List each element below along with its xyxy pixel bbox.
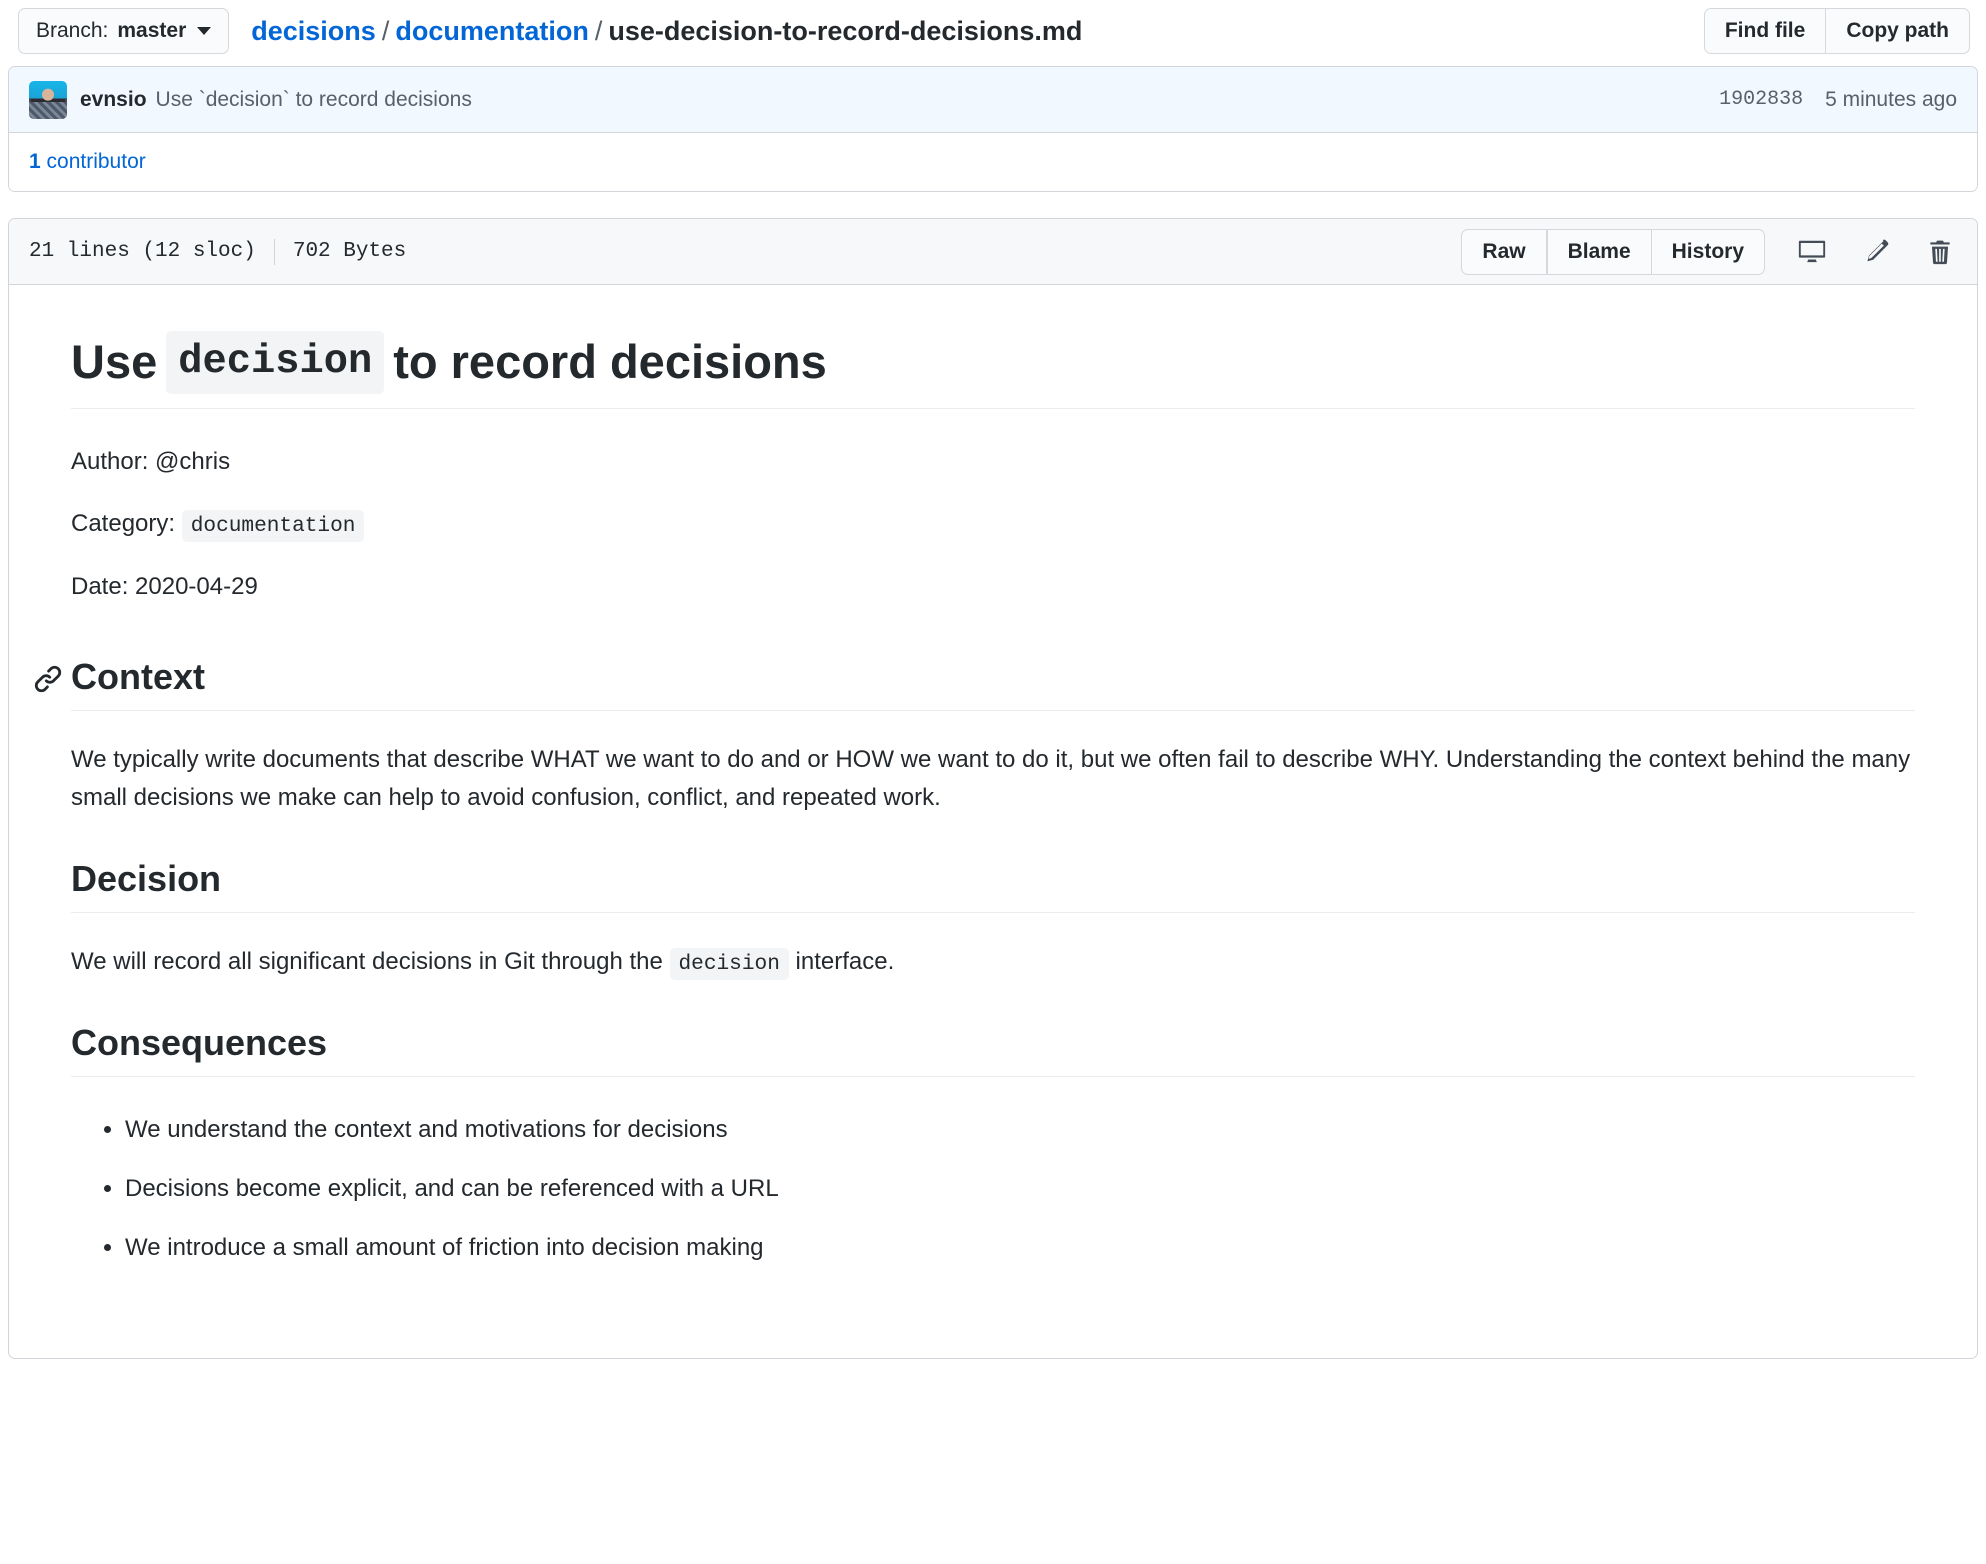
branch-selector[interactable]: Branch: master <box>18 8 230 54</box>
breadcrumb-separator-2: / <box>594 15 603 46</box>
contributors-link[interactable]: 1 contributor <box>29 150 146 173</box>
category-line: Category: documentation <box>71 505 1915 544</box>
file-line-count: 21 lines (12 sloc) <box>29 240 256 263</box>
meta-divider <box>273 238 275 265</box>
latest-commit-row: evnsio Use `decision` to record decision… <box>9 67 1977 133</box>
file-meta: 21 lines (12 sloc) 702 Bytes <box>29 238 407 265</box>
file-box: 21 lines (12 sloc) 702 Bytes Raw Blame H… <box>8 218 1978 1360</box>
markdown-body: Use decision to record decisions Author:… <box>9 285 1977 1358</box>
latest-commit-box: evnsio Use `decision` to record decision… <box>8 66 1978 192</box>
heading-context-text: Context <box>71 656 205 698</box>
consequences-list: We understand the context and motivation… <box>71 1111 1915 1267</box>
decision-inline-code: decision <box>669 947 789 980</box>
title-part-before: Use <box>71 334 158 388</box>
decision-paragraph: We will record all significant decisions… <box>71 943 1915 982</box>
heading-consequences: Consequences <box>71 1022 1915 1077</box>
desktop-icon[interactable] <box>1795 235 1829 269</box>
find-file-button[interactable]: Find file <box>1703 8 1827 54</box>
raw-button[interactable]: Raw <box>1461 228 1547 275</box>
commit-message[interactable]: Use `decision` to record decisions <box>156 88 472 112</box>
title-part-after: to record decisions <box>393 334 827 388</box>
list-item: We introduce a small amount of friction … <box>125 1229 1915 1266</box>
decision-text-before: We will record all significant decisions… <box>71 947 663 975</box>
context-paragraph: We typically write documents that descri… <box>71 746 1911 812</box>
date-line: Date: 2020-04-29 <box>71 572 258 600</box>
breadcrumb-separator-1: / <box>381 15 390 46</box>
trash-icon[interactable] <box>1923 235 1957 269</box>
chevron-down-icon <box>197 27 212 35</box>
breadcrumb-repo-link[interactable]: decisions <box>251 16 376 46</box>
file-actions: Raw Blame History <box>1461 228 1957 275</box>
title-inline-code: decision <box>166 331 385 394</box>
contributors-row: 1 contributor <box>9 133 1977 191</box>
branch-name: master <box>117 19 187 42</box>
list-item: We understand the context and motivation… <box>125 1111 1915 1148</box>
path-bar: Branch: master decisions / documentation / u… <box>8 0 1978 62</box>
breadcrumb-folder-link[interactable]: documentation <box>395 16 589 46</box>
pencil-icon[interactable] <box>1859 235 1893 269</box>
contributors-count: 1 <box>29 150 41 173</box>
category-code: documentation <box>181 509 365 542</box>
history-button[interactable]: History <box>1651 228 1765 275</box>
branch-label: Branch: <box>36 19 109 42</box>
commit-sha-link[interactable]: 1902838 <box>1719 88 1803 111</box>
file-header: 21 lines (12 sloc) 702 Bytes Raw Blame H… <box>9 219 1977 285</box>
heading-decision: Decision <box>71 858 1915 913</box>
link-icon[interactable] <box>33 664 63 694</box>
commit-meta: 1902838 5 minutes ago <box>1719 88 1957 112</box>
commit-author-link[interactable]: evnsio <box>80 88 147 112</box>
breadcrumb-file-name: use-decision-to-record-decisions.md <box>608 15 1083 46</box>
file-size: 702 Bytes <box>292 240 407 263</box>
list-item: Decisions become explicit, and can be re… <box>125 1170 1915 1207</box>
heading-context: Context <box>34 656 1915 712</box>
blame-button[interactable]: Blame <box>1546 228 1652 275</box>
file-view-buttons: Raw Blame History <box>1461 228 1765 275</box>
copy-path-button[interactable]: Copy path <box>1826 8 1970 54</box>
breadcrumb: decisions / documentation / use-decision-to-… <box>251 15 1083 46</box>
path-actions: Find file Copy path <box>1703 8 1970 54</box>
commit-timestamp: 5 minutes ago <box>1825 87 1957 111</box>
document-title: Use decision to record decisions <box>71 331 1915 409</box>
decision-text-after: interface. <box>795 947 895 975</box>
author-line: Author: @chris <box>71 447 231 475</box>
avatar <box>29 80 67 119</box>
file-view-page: Branch: master decisions / documentation / u… <box>0 0 1986 1360</box>
category-label: Category: <box>71 509 176 537</box>
contributors-label: contributor <box>40 150 146 173</box>
